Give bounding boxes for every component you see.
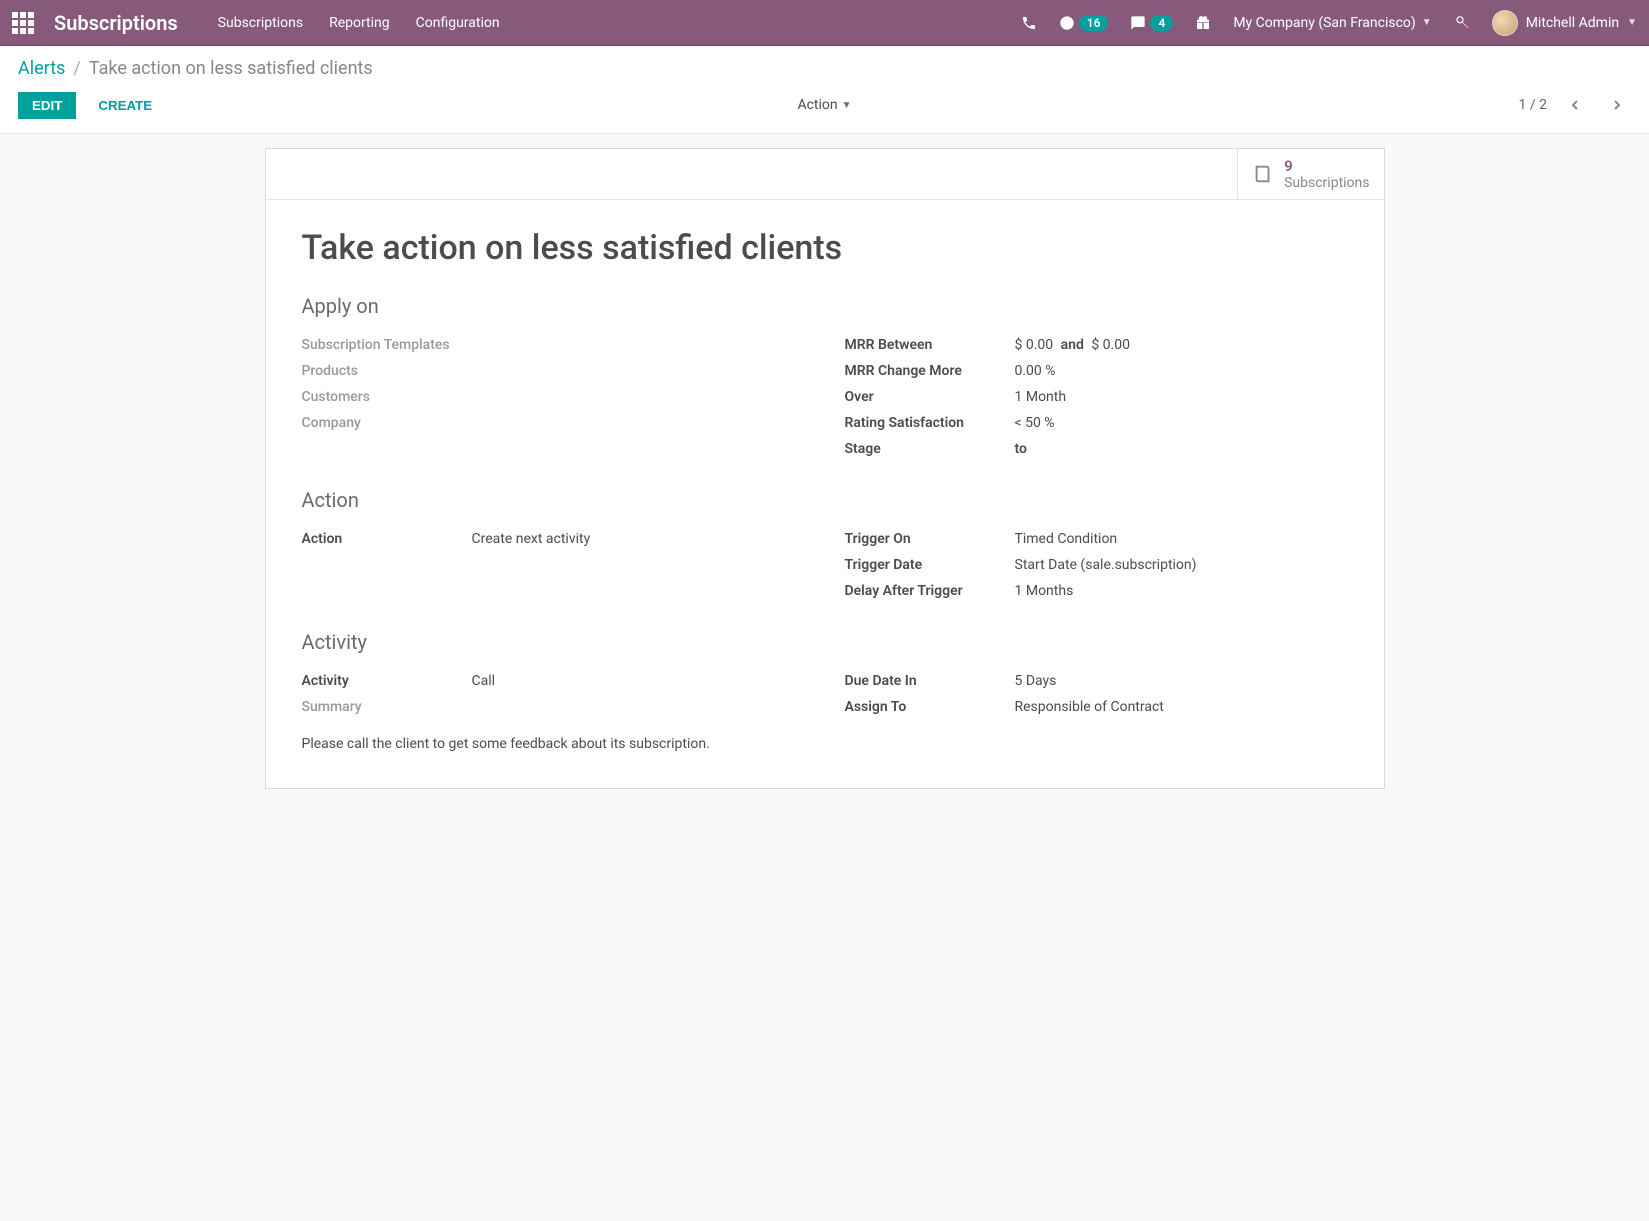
action-dropdown[interactable]: Action ▼ (797, 97, 851, 113)
caret-down-icon: ▼ (1422, 17, 1432, 28)
sheet-wrap: 9 Subscriptions Take action on less sati… (0, 134, 1649, 829)
value-assign: Responsible of Contract (1015, 699, 1164, 715)
company-switcher[interactable]: My Company (San Francisco) ▼ (1233, 15, 1431, 31)
action-label: Action (797, 97, 837, 113)
label-due: Due Date In (845, 673, 1015, 689)
company-name: My Company (San Francisco) (1233, 15, 1415, 31)
action-left: ActionCreate next activity (302, 526, 805, 604)
top-menu: Subscriptions Reporting Configuration (218, 15, 500, 31)
label-stage: Stage (845, 441, 1015, 457)
menu-reporting[interactable]: Reporting (329, 15, 390, 31)
value-trigger-date: Start Date (sale.subscription) (1015, 557, 1197, 573)
label-subscription-templates: Subscription Templates (302, 337, 472, 353)
control-bar: EDIT CREATE Action ▼ 1 / 2 (0, 79, 1649, 134)
debug-icon[interactable] (1454, 15, 1470, 31)
value-activity: Call (472, 673, 496, 689)
topbar: Subscriptions Subscriptions Reporting Co… (0, 0, 1649, 46)
breadcrumb-parent[interactable]: Alerts (18, 58, 65, 79)
activities-badge: 16 (1079, 15, 1109, 31)
section-apply-on: Subscription Templates Products Customer… (302, 332, 1348, 462)
label-summary: Summary (302, 699, 472, 715)
breadcrumb: Alerts / Take action on less satisfied c… (18, 58, 1631, 79)
prev-record-button[interactable] (1561, 91, 1589, 119)
value-mrr-change: 0.00 % (1015, 363, 1056, 379)
section-action: ActionCreate next activity Trigger OnTim… (302, 526, 1348, 604)
value-due: 5 Days (1015, 673, 1057, 689)
value-over: 1 Month (1015, 389, 1067, 405)
next-record-button[interactable] (1603, 91, 1631, 119)
label-assign: Assign To (845, 699, 1015, 715)
activity-note: Please call the client to get some feedb… (302, 736, 1348, 752)
activity-right: Due Date In5 Days Assign ToResponsible o… (845, 668, 1348, 720)
value-delay: 1 Months (1015, 583, 1074, 599)
apply-on-left: Subscription Templates Products Customer… (302, 332, 805, 462)
avatar (1492, 10, 1518, 36)
label-over: Over (845, 389, 1015, 405)
stat-label: Subscriptions (1284, 175, 1369, 191)
create-button[interactable]: CREATE (88, 92, 162, 119)
label-rating: Rating Satisfaction (845, 415, 1015, 431)
label-trigger-on: Trigger On (845, 531, 1015, 547)
form-sheet: 9 Subscriptions Take action on less sati… (265, 148, 1385, 789)
stat-count: 9 (1284, 157, 1369, 175)
edit-button[interactable]: EDIT (18, 92, 76, 119)
messages-icon[interactable]: 4 (1130, 15, 1173, 31)
topbar-right: 16 4 My Company (San Francisco) ▼ Mitche… (1021, 10, 1637, 36)
activity-left: ActivityCall Summary (302, 668, 805, 720)
menu-subscriptions[interactable]: Subscriptions (218, 15, 303, 31)
value-trigger-on: Timed Condition (1015, 531, 1118, 547)
value-rating: < 50 % (1015, 415, 1055, 431)
sheet-body: Take action on less satisfied clients Ap… (266, 200, 1384, 788)
label-activity: Activity (302, 673, 472, 689)
stat-row: 9 Subscriptions (266, 149, 1384, 200)
app-brand[interactable]: Subscriptions (54, 11, 178, 35)
activities-icon[interactable]: 16 (1059, 15, 1109, 31)
gift-icon[interactable] (1195, 15, 1211, 31)
apps-icon[interactable] (12, 12, 34, 34)
caret-down-icon: ▼ (842, 100, 852, 111)
label-mrr-change: MRR Change More (845, 363, 1015, 379)
book-icon (1252, 163, 1274, 185)
breadcrumb-sep: / (73, 58, 80, 79)
record-title: Take action on less satisfied clients (302, 228, 1348, 268)
menu-configuration[interactable]: Configuration (416, 15, 500, 31)
breadcrumb-row: Alerts / Take action on less satisfied c… (0, 46, 1649, 79)
breadcrumb-current: Take action on less satisfied clients (89, 58, 373, 79)
label-mrr-between: MRR Between (845, 337, 1015, 353)
mrr-low: $ 0.00 (1015, 337, 1054, 353)
section-apply-on-title: Apply on (302, 294, 1348, 318)
label-products: Products (302, 363, 472, 379)
mrr-and: and (1057, 337, 1088, 353)
apply-on-right: MRR Between $ 0.00 and $ 0.00 MRR Change… (845, 332, 1348, 462)
label-trigger-date: Trigger Date (845, 557, 1015, 573)
section-activity-title: Activity (302, 630, 1348, 654)
value-action: Create next activity (472, 531, 591, 547)
pager-text[interactable]: 1 / 2 (1519, 97, 1547, 113)
action-right: Trigger OnTimed Condition Trigger DateSt… (845, 526, 1348, 604)
mrr-high: $ 0.00 (1091, 337, 1130, 353)
section-action-title: Action (302, 488, 1348, 512)
label-delay: Delay After Trigger (845, 583, 1015, 599)
label-action: Action (302, 531, 472, 547)
value-stage-to: to (1015, 441, 1027, 457)
pager: 1 / 2 (1519, 91, 1631, 119)
phone-icon[interactable] (1021, 15, 1037, 31)
messages-badge: 4 (1150, 15, 1173, 31)
section-activity: ActivityCall Summary Due Date In5 Days A… (302, 668, 1348, 720)
stat-subscriptions-button[interactable]: 9 Subscriptions (1237, 149, 1383, 199)
label-customers: Customers (302, 389, 472, 405)
user-menu[interactable]: Mitchell Admin ▼ (1492, 10, 1637, 36)
value-mrr-between: $ 0.00 and $ 0.00 (1015, 337, 1130, 353)
label-company: Company (302, 415, 472, 431)
user-name: Mitchell Admin (1526, 15, 1619, 31)
caret-down-icon: ▼ (1627, 17, 1637, 28)
